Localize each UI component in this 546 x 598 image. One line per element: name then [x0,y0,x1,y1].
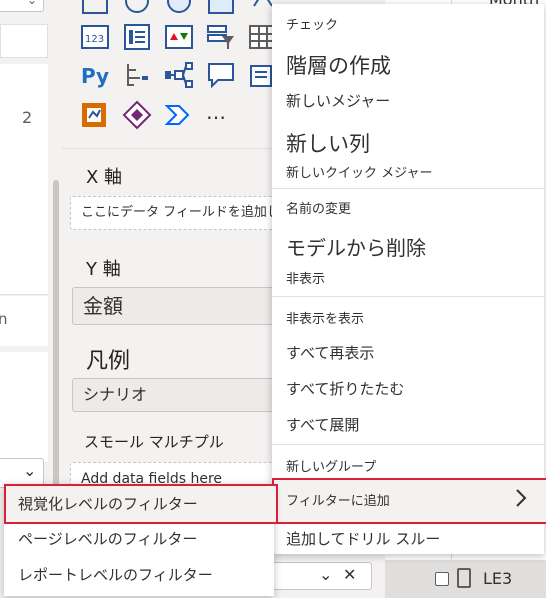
x-axis-title: X 軸 [86,167,123,188]
menu-item-new-column[interactable]: 新しい列 [286,128,370,158]
multirow-card-icon[interactable]: 123 [80,22,110,52]
menu-item-collapse-all[interactable]: すべて折りたたむ [286,378,404,399]
card-list-icon[interactable] [122,22,152,52]
qa-icon[interactable] [206,60,236,90]
count-value: 2 [22,108,33,127]
menu-divider [272,444,544,445]
menu-item-view-hidden[interactable]: 非表示を表示 [286,308,364,327]
dropdown-box[interactable]: ⌄ [0,0,44,12]
submenu-item-page-level[interactable]: ページレベルのフィルター [18,528,197,549]
table-row[interactable]: LE3 [385,560,546,598]
scrollbar[interactable] [53,180,59,500]
close-icon[interactable]: ✕ [343,565,356,584]
divider [0,294,48,295]
menu-item-new-measure[interactable]: 新しいメジャー [286,90,390,111]
chevron-down-icon: ⌄ [27,0,38,7]
menu-divider [272,296,544,297]
small-multiples-title: スモール マルチプル [84,433,224,451]
chevron-down-icon: ⌄ [23,461,37,480]
card-lower [0,352,48,462]
y-axis-title: Y 軸 [86,259,121,280]
key-influencers-icon[interactable] [164,60,194,90]
gauge-icon[interactable] [164,0,194,16]
kpi-triangle-icon[interactable] [164,22,194,52]
visual-icon-grid: 123 Py … [76,0,277,140]
chevron-right-icon [512,488,530,508]
menu-item-check[interactable]: チェック [286,14,338,33]
submenu-item-report-level[interactable]: レポートレベルのフィルター [18,564,213,585]
power-automate-icon[interactable] [164,100,194,130]
menu-item-delete-from-model[interactable]: モデルから削除 [286,232,426,261]
more-visuals-icon[interactable]: … [206,100,236,130]
map-icon[interactable] [206,0,236,16]
y-axis-field-label: 金額 [83,294,123,318]
menu-item-rename[interactable]: 名前の変更 [286,198,351,217]
partial-label: n [0,310,8,328]
filter-submenu: 視覚化レベルのフィルター ページレベルのフィルター レポートレベルのフィルター [4,484,278,596]
legend-field-label: シナリオ [83,385,148,404]
menu-item-add-to-filters-label: フィルターに追加 [286,494,390,509]
row-checkbox[interactable] [435,572,449,586]
decomposition-tree-icon[interactable] [122,60,152,90]
context-menu: チェック 階層の作成 新しいメジャー 新しい列 新しいクイック メジャー 名前の… [272,4,546,554]
paginated-report-icon[interactable] [80,100,110,130]
svg-text:Py: Py [81,64,109,88]
card-icon[interactable] [122,0,152,16]
field-pill-bottom[interactable]: ⌄ ✕ [272,562,372,590]
row-label: LE3 [483,569,513,588]
menu-item-hide[interactable]: 非表示 [286,268,325,287]
submenu-item-visual-level[interactable]: 視覚化レベルのフィルター [4,484,278,524]
svg-text:123: 123 [85,34,104,45]
slicer-icon[interactable] [206,22,236,52]
submenu-item-visual-level-label: 視覚化レベルのフィルター [18,495,198,513]
chevron-down-icon[interactable]: ⌄ [319,565,332,584]
menu-item-add-drillthrough[interactable]: 追加してドリル スルー [286,528,440,549]
menu-item-unhide-all[interactable]: すべて再表示 [286,342,374,363]
menu-item-new-group[interactable]: 新しいグループ [286,456,376,475]
menu-item-add-to-filters[interactable]: フィルターに追加 [272,478,546,524]
card: 2 [0,64,48,294]
calculator-icon [457,568,471,588]
kpi-icon[interactable] [80,0,110,16]
legend-title: 凡例 [86,349,131,374]
menu-divider [272,188,544,189]
menu-item-new-quick-measure[interactable]: 新しいクイック メジャー [286,162,432,181]
menu-item-create-hierarchy[interactable]: 階層の作成 [286,50,391,80]
power-apps-icon[interactable] [122,100,152,130]
python-icon[interactable]: Py [80,60,110,90]
menu-item-expand-all[interactable]: すべて展開 [286,414,359,435]
input-box[interactable] [0,24,48,58]
